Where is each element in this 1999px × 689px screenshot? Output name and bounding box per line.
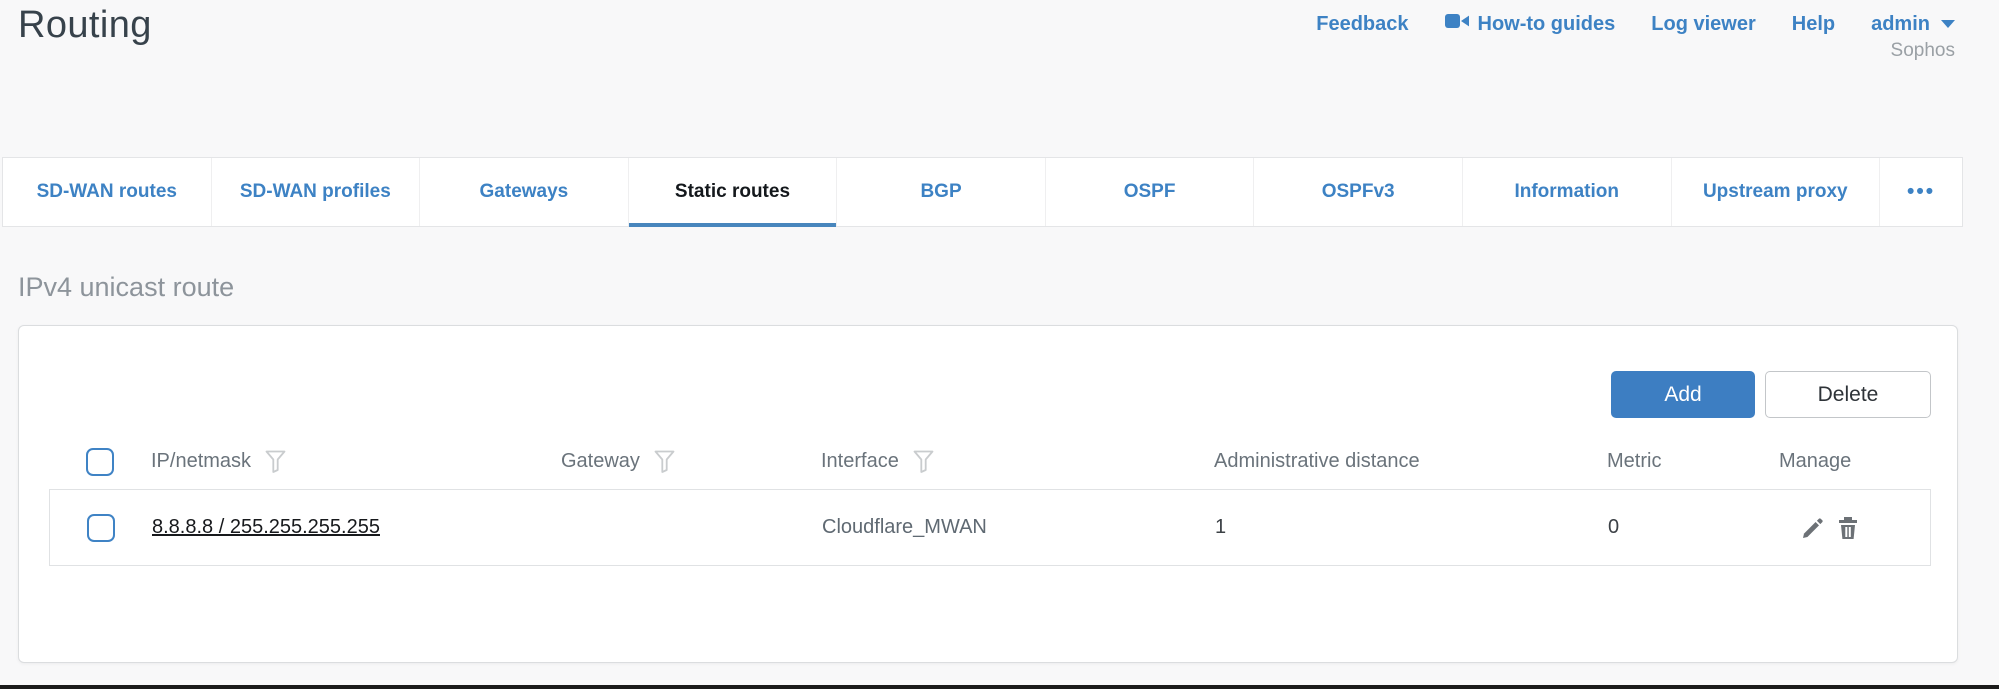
tab-ospf[interactable]: OSPF xyxy=(1046,158,1255,226)
filter-icon[interactable] xyxy=(913,450,934,473)
help-link[interactable]: Help xyxy=(1792,13,1835,36)
brand-label: Sophos xyxy=(1891,40,1955,62)
top-nav: Feedback How-to guides Log viewer Help a… xyxy=(1316,12,1955,36)
select-all-checkbox[interactable] xyxy=(86,448,114,476)
tab-upstream-proxy[interactable]: Upstream proxy xyxy=(1672,158,1881,226)
col-header-metric: Metric xyxy=(1607,450,1661,473)
tab-static-routes[interactable]: Static routes xyxy=(629,158,838,226)
delete-button[interactable]: Delete xyxy=(1765,371,1931,418)
edit-icon[interactable] xyxy=(1800,515,1826,541)
col-header-gateway: Gateway xyxy=(561,450,640,473)
table-row: 8.8.8.8 / 255.255.255.255 Cloudflare_MWA… xyxy=(49,489,1931,566)
route-interface-value: Cloudflare_MWAN xyxy=(822,516,987,538)
add-button[interactable]: Add xyxy=(1611,371,1755,418)
filter-icon[interactable] xyxy=(654,450,675,473)
row-checkbox[interactable] xyxy=(87,514,115,542)
howto-guides-label: How-to guides xyxy=(1478,13,1616,36)
section-heading: IPv4 unicast route xyxy=(18,272,234,303)
howto-guides-link[interactable]: How-to guides xyxy=(1445,12,1616,36)
ipv4-unicast-route-card: Add Delete IP/netmask Gateway Interface … xyxy=(18,325,1958,663)
feedback-link[interactable]: Feedback xyxy=(1316,13,1408,36)
table-actions: Add Delete xyxy=(1611,371,1931,418)
log-viewer-label: Log viewer xyxy=(1651,13,1755,36)
tabs-overflow-button[interactable]: ••• xyxy=(1880,158,1962,226)
col-header-admin-distance: Administrative distance xyxy=(1214,450,1420,473)
tab-gateways[interactable]: Gateways xyxy=(420,158,629,226)
feedback-label: Feedback xyxy=(1316,13,1408,36)
route-ip-netmask-link[interactable]: 8.8.8.8 / 255.255.255.255 xyxy=(152,516,380,538)
chevron-down-icon xyxy=(1941,20,1955,28)
tab-ospfv3[interactable]: OSPFv3 xyxy=(1254,158,1463,226)
col-header-ip-netmask: IP/netmask xyxy=(151,450,251,473)
tab-information[interactable]: Information xyxy=(1463,158,1672,226)
window-bottom-edge xyxy=(0,685,1999,689)
admin-user-menu[interactable]: admin xyxy=(1871,13,1955,36)
help-label: Help xyxy=(1792,13,1835,36)
page-title: Routing xyxy=(18,4,152,47)
filter-icon[interactable] xyxy=(265,450,286,473)
route-admin-distance-value: 1 xyxy=(1215,516,1226,538)
admin-user-label: admin xyxy=(1871,13,1930,36)
table-header-row: IP/netmask Gateway Interface Administrat… xyxy=(49,434,1931,489)
col-header-interface: Interface xyxy=(821,450,899,473)
route-metric-value: 0 xyxy=(1608,516,1619,538)
log-viewer-link[interactable]: Log viewer xyxy=(1651,13,1755,36)
delete-icon[interactable] xyxy=(1835,515,1861,541)
tab-sdwan-routes[interactable]: SD-WAN routes xyxy=(3,158,212,226)
col-header-manage: Manage xyxy=(1779,450,1851,473)
video-camera-icon xyxy=(1445,12,1469,36)
tab-sdwan-profiles[interactable]: SD-WAN profiles xyxy=(212,158,421,226)
tab-bgp[interactable]: BGP xyxy=(837,158,1046,226)
routing-tabbar: SD-WAN routes SD-WAN profiles Gateways S… xyxy=(2,157,1963,227)
